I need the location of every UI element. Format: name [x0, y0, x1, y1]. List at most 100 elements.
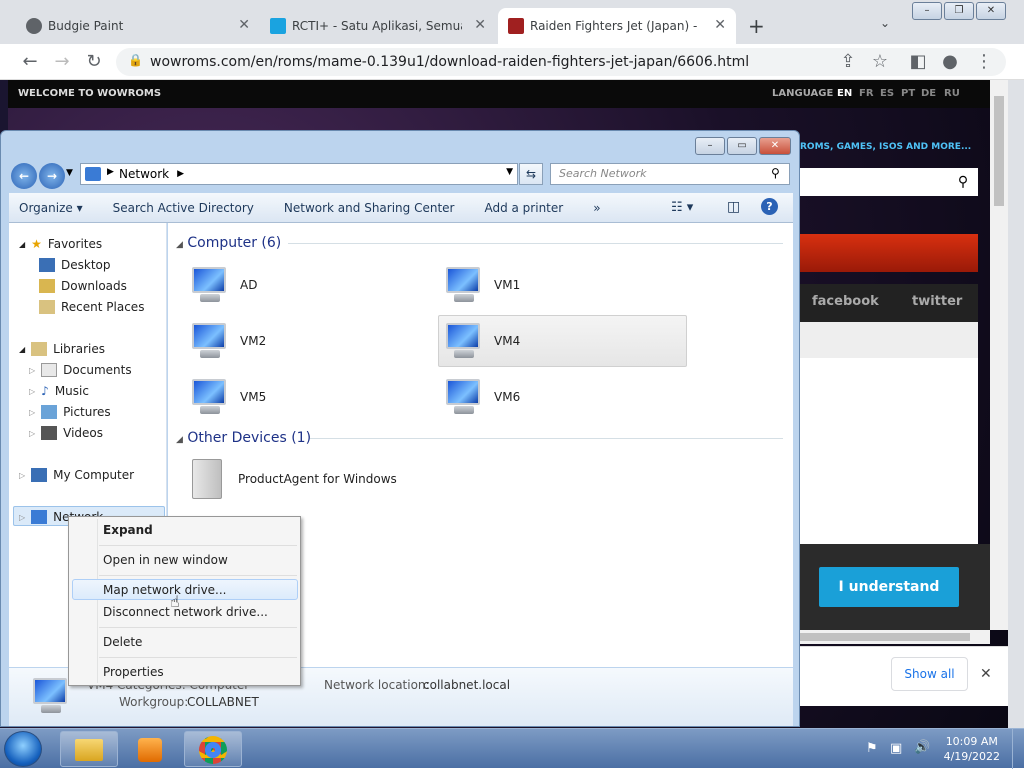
group-header-computer[interactable]: ◢ Computer (6): [176, 235, 281, 251]
explorer-address-bar[interactable]: ▶ Network ▶ ▼: [80, 163, 518, 185]
nav-documents[interactable]: ▷ Documents: [29, 363, 132, 377]
computer-item-vm1[interactable]: VM1: [440, 265, 520, 305]
more-commands-button[interactable]: »: [578, 201, 615, 215]
nav-favorites[interactable]: ◢ ★ Favorites: [19, 237, 102, 251]
tab-budgie-paint[interactable]: Budgie Paint ✕: [16, 8, 260, 44]
system-clock[interactable]: 10:09 AM 4/19/2022: [944, 734, 1000, 764]
explorer-titlebar[interactable]: – ▭ ✕: [1, 131, 799, 161]
computer-icon: [27, 676, 73, 716]
close-icon[interactable]: ✕: [759, 137, 791, 155]
show-desktop-button[interactable]: [1012, 729, 1024, 769]
forward-icon[interactable]: →: [50, 50, 74, 74]
menu-icon[interactable]: ⋮: [972, 50, 996, 74]
start-button[interactable]: [4, 731, 42, 767]
scrollbar-thumb[interactable]: [994, 96, 1004, 206]
computer-icon: [31, 468, 48, 482]
view-options-icon[interactable]: ☷ ▾: [671, 200, 693, 215]
tray-volume-icon[interactable]: 🔊: [914, 740, 930, 755]
nav-libraries[interactable]: ◢ Libraries: [19, 342, 105, 356]
nav-my-computer[interactable]: ▷ My Computer: [19, 468, 134, 482]
nav-desktop[interactable]: Desktop: [39, 258, 111, 272]
menu-separator: [99, 575, 297, 576]
preview-pane-icon[interactable]: ◫: [727, 199, 740, 215]
close-tab-icon[interactable]: ✕: [474, 17, 486, 33]
search-network-input[interactable]: Search Network: [550, 163, 790, 185]
rcti-icon: [270, 18, 286, 34]
close-download-bar-icon[interactable]: ✕: [980, 666, 992, 682]
folder-icon: [75, 739, 103, 761]
lang-es[interactable]: ES: [880, 80, 894, 108]
computer-item-vm4[interactable]: VM4: [440, 321, 520, 361]
tab-strip: Budgie Paint ✕ RCTI+ - Satu Aplikasi, Se…: [0, 0, 1024, 46]
search-icon[interactable]: ⚲: [948, 168, 978, 196]
recent-pages-icon[interactable]: ▼: [66, 168, 73, 178]
group-header-other-devices[interactable]: ◢ Other Devices (1): [176, 430, 311, 446]
bookmark-star-icon[interactable]: ☆: [868, 50, 892, 74]
window-controls: – ❐ ✕: [912, 2, 1006, 20]
lang-fr[interactable]: FR: [859, 80, 874, 108]
menu-item-expand[interactable]: Expand: [103, 523, 153, 537]
menu-item-map-network-drive[interactable]: Map network drive...: [103, 583, 227, 597]
lang-ru[interactable]: RU: [944, 80, 960, 108]
organize-menu[interactable]: Organize ▾: [9, 201, 98, 215]
tray-flag-icon[interactable]: ⚑: [866, 741, 878, 756]
share-icon[interactable]: ⇪: [836, 50, 860, 74]
search-active-directory-button[interactable]: Search Active Directory: [98, 201, 269, 215]
computer-item-vm5[interactable]: VM5: [186, 377, 266, 417]
side-panel-icon[interactable]: ◧: [906, 50, 930, 74]
nav-videos[interactable]: ▷ Videos: [29, 426, 103, 440]
dropdown-icon[interactable]: ▼: [506, 167, 513, 177]
minimize-icon[interactable]: –: [912, 2, 942, 20]
forward-icon[interactable]: →: [39, 163, 65, 189]
lang-pt[interactable]: PT: [901, 80, 915, 108]
taskbar-explorer-button[interactable]: [60, 731, 118, 767]
lang-de[interactable]: DE: [921, 80, 936, 108]
twitter-link[interactable]: twitter: [912, 294, 962, 309]
new-tab-button[interactable]: +: [748, 14, 765, 38]
i-understand-button[interactable]: I understand: [819, 567, 959, 607]
music-icon: ♪: [41, 384, 49, 398]
downloads-icon: [39, 279, 55, 293]
facebook-link[interactable]: facebook: [812, 294, 879, 309]
help-icon[interactable]: ?: [761, 198, 778, 215]
reload-icon[interactable]: ↻: [82, 50, 106, 74]
tab-raiden[interactable]: Raiden Fighters Jet (Japan) - MA ✕: [498, 8, 736, 44]
menu-item-properties[interactable]: Properties: [103, 665, 164, 679]
nav-music[interactable]: ▷ ♪ Music: [29, 384, 89, 398]
network-sharing-center-button[interactable]: Network and Sharing Center: [269, 201, 470, 215]
nav-downloads[interactable]: Downloads: [39, 279, 127, 293]
nav-pictures[interactable]: ▷ Pictures: [29, 405, 111, 419]
show-all-button[interactable]: Show all: [891, 657, 968, 691]
lang-en[interactable]: EN: [837, 80, 852, 108]
close-tab-icon[interactable]: ✕: [238, 17, 250, 33]
taskbar-media-player-button[interactable]: [122, 731, 178, 767]
horizontal-scrollbar[interactable]: [800, 630, 990, 644]
maximize-icon[interactable]: ❐: [944, 2, 974, 20]
tray-network-icon[interactable]: ▣: [890, 741, 902, 756]
page-scrollbar[interactable]: [990, 80, 1008, 630]
nav-recent-places[interactable]: Recent Places: [39, 300, 144, 314]
add-printer-button[interactable]: Add a printer: [469, 201, 578, 215]
maximize-icon[interactable]: ▭: [727, 137, 757, 155]
back-icon[interactable]: ←: [18, 50, 42, 74]
back-icon[interactable]: ←: [11, 163, 37, 189]
menu-item-open-new-window[interactable]: Open in new window: [103, 553, 228, 567]
computer-item-vm6[interactable]: VM6: [440, 377, 520, 417]
close-tab-icon[interactable]: ✕: [714, 17, 726, 33]
tab-search-icon[interactable]: ⌄: [880, 16, 890, 30]
computer-item-ad[interactable]: AD: [186, 265, 257, 305]
computer-item-vm2[interactable]: VM2: [186, 321, 266, 361]
menu-item-disconnect-network-drive[interactable]: Disconnect network drive...: [103, 605, 268, 619]
menu-item-delete[interactable]: Delete: [103, 635, 142, 649]
minimize-icon[interactable]: –: [695, 137, 725, 155]
tab-rcti[interactable]: RCTI+ - Satu Aplikasi, Semua Hib ✕: [260, 8, 496, 44]
close-icon[interactable]: ✕: [976, 2, 1006, 20]
browser-toolbar: ← → ↻ 🔒 wowroms.com/en/roms/mame-0.139u1…: [0, 44, 1024, 80]
pictures-icon: [41, 405, 58, 419]
profile-icon[interactable]: ●: [938, 50, 962, 74]
computer-icon: [186, 377, 232, 417]
lock-icon: 🔒: [128, 53, 143, 67]
taskbar-chrome-button[interactable]: [184, 731, 242, 767]
device-item-productagent[interactable]: ProductAgent for Windows: [192, 459, 397, 499]
refresh-icon[interactable]: ⇆: [519, 163, 543, 185]
